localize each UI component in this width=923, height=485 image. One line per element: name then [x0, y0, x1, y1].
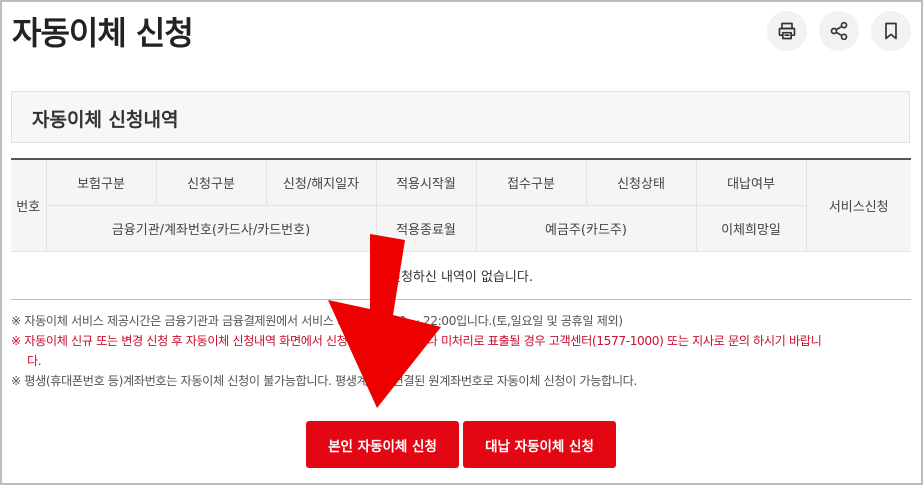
col-header: 신청/해지일자: [265, 158, 376, 206]
share-icon: [830, 21, 848, 41]
notice-list: ※ 자동이체 서비스 제공시간은 금융기관과 금융결제원에서 서비스 가능한 0…: [11, 311, 913, 391]
col-header: 적용종료월: [375, 205, 476, 252]
col-header: 접수구분: [475, 158, 586, 206]
col-header: 적용시작월: [375, 158, 476, 206]
section-title: 자동이체 신청내역: [32, 109, 179, 131]
print-button[interactable]: [767, 11, 807, 51]
printer-icon: [778, 22, 796, 40]
empty-message: 신청하신 내역이 없습니다.: [11, 251, 911, 300]
bookmark-button[interactable]: [871, 11, 911, 51]
table-header-row: 금융기관/계좌번호(카드사/카드번호) 적용종료월 예금주(카드주) 이체희망일: [11, 205, 911, 252]
notice-item: ※ 자동이체 서비스 제공시간은 금융기관과 금융결제원에서 서비스 가능한 0…: [11, 314, 623, 328]
bookmark-icon: [885, 22, 897, 40]
notice-item: 다.: [27, 354, 42, 368]
col-header: 서비스신청: [805, 158, 911, 252]
col-header: 번호: [11, 158, 46, 252]
share-button[interactable]: [819, 11, 859, 51]
notice-item: ※ 평생(휴대폰번호 등)계좌번호는 자동이체 신청이 불가능합니다. 평생계좌…: [11, 374, 637, 388]
page-title: 자동이체 신청: [12, 14, 194, 52]
col-header: 보험구분: [45, 158, 156, 206]
auto-transfer-table: 번호 보험구분 신청구분 신청/해지일자 적용시작월 접수구분 신청상태 대납여…: [11, 158, 911, 300]
proxy-apply-button[interactable]: 대납 자동이체 신청: [463, 421, 616, 468]
table-row: 신청하신 내역이 없습니다.: [11, 251, 911, 300]
col-header: 대납여부: [695, 158, 806, 206]
col-header: 신청구분: [155, 158, 266, 206]
table-header-row: 번호 보험구분 신청구분 신청/해지일자 적용시작월 접수구분 신청상태 대납여…: [11, 158, 911, 252]
notice-item: ※ 자동이체 신규 또는 변경 신청 후 자동이체 신청내역 화면에서 신청상태…: [11, 334, 822, 348]
col-header: 신청상태: [585, 158, 696, 206]
self-apply-button[interactable]: 본인 자동이체 신청: [306, 421, 459, 468]
col-header: 예금주(카드주): [475, 205, 696, 252]
col-header: 이체희망일: [695, 205, 806, 252]
col-header: 금융기관/계좌번호(카드사/카드번호): [45, 205, 376, 252]
section-header: 자동이체 신청내역: [11, 91, 910, 143]
